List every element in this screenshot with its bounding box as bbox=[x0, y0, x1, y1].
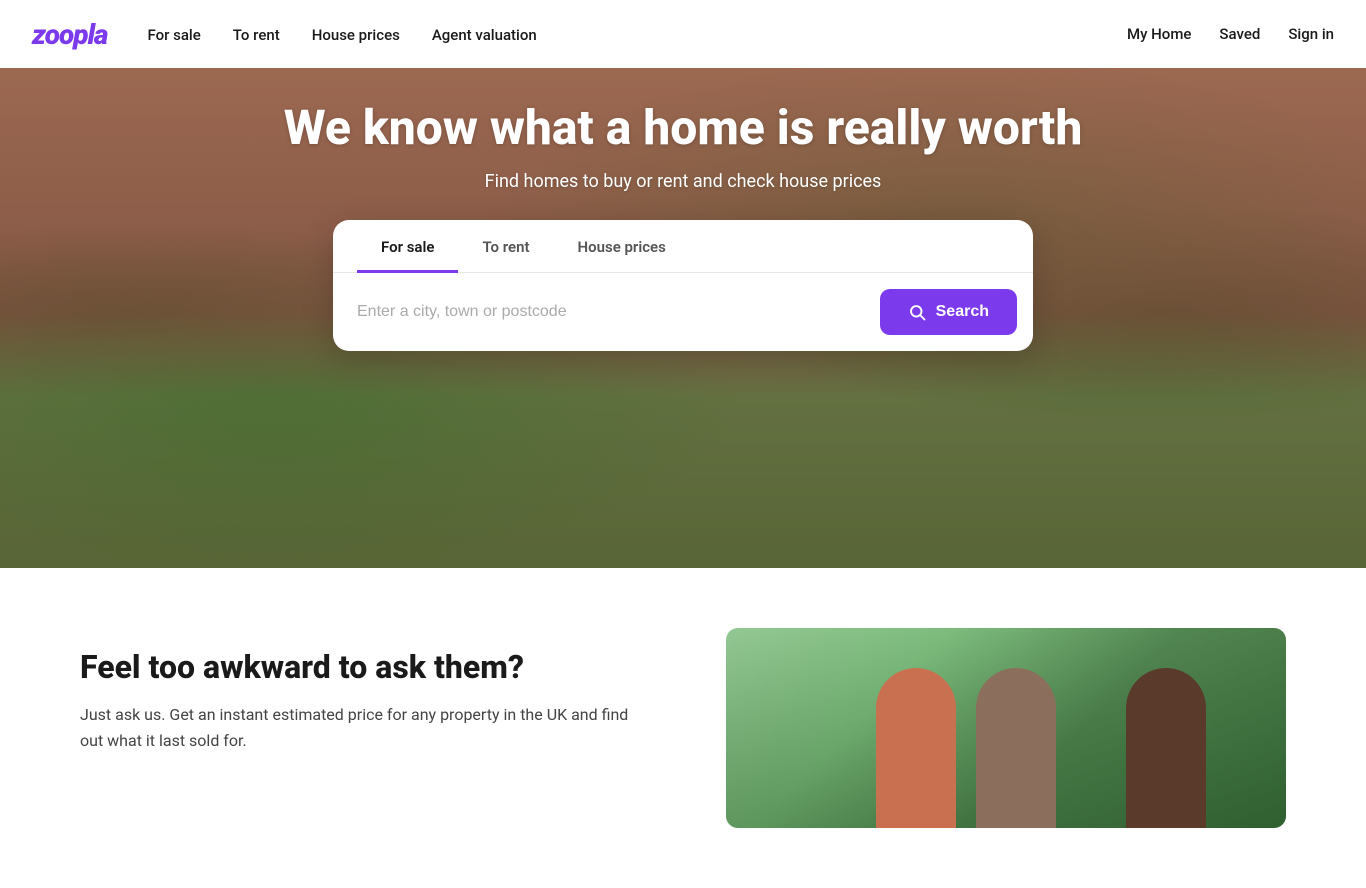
person-silhouette-2 bbox=[976, 668, 1056, 828]
header-left: zoopla For sale To rent House prices Age… bbox=[32, 18, 537, 51]
search-input[interactable] bbox=[357, 303, 868, 321]
below-description: Just ask us. Get an instant estimated pr… bbox=[80, 702, 646, 753]
hero-content: We know what a home is really worth Find… bbox=[0, 0, 1366, 568]
search-button-label: Search bbox=[936, 303, 989, 321]
header-right: My Home Saved Sign in bbox=[1127, 25, 1334, 43]
below-title: Feel too awkward to ask them? bbox=[80, 648, 646, 686]
below-right-image bbox=[726, 628, 1286, 828]
nav-links-list: For sale To rent House prices Agent valu… bbox=[147, 25, 536, 44]
nav-link-house-prices[interactable]: House prices bbox=[312, 26, 400, 44]
search-icon bbox=[908, 303, 926, 321]
nav-item-for-sale[interactable]: For sale bbox=[147, 25, 200, 44]
search-input-row: Search bbox=[333, 273, 1033, 351]
person-silhouette-1 bbox=[876, 668, 956, 828]
my-home-link[interactable]: My Home bbox=[1127, 25, 1191, 43]
tab-for-sale[interactable]: For sale bbox=[357, 220, 458, 273]
person-silhouette-3 bbox=[1126, 668, 1206, 828]
search-tabs: For sale To rent House prices bbox=[333, 220, 1033, 273]
main-header: zoopla For sale To rent House prices Age… bbox=[0, 0, 1366, 68]
below-fold-section: Feel too awkward to ask them? Just ask u… bbox=[0, 568, 1366, 888]
saved-link[interactable]: Saved bbox=[1219, 25, 1260, 43]
nav-link-for-sale[interactable]: For sale bbox=[147, 26, 200, 44]
hero-title: We know what a home is really worth bbox=[284, 100, 1083, 155]
hero-subtitle: Find homes to buy or rent and check hous… bbox=[485, 171, 882, 192]
nav-link-to-rent[interactable]: To rent bbox=[233, 26, 280, 44]
zoopla-logo[interactable]: zoopla bbox=[32, 18, 107, 51]
search-button[interactable]: Search bbox=[880, 289, 1017, 335]
main-nav: For sale To rent House prices Agent valu… bbox=[147, 25, 536, 44]
search-box: For sale To rent House prices Search bbox=[333, 220, 1033, 351]
nav-item-to-rent[interactable]: To rent bbox=[233, 25, 280, 44]
tab-to-rent[interactable]: To rent bbox=[458, 220, 553, 273]
nav-link-agent-valuation[interactable]: Agent valuation bbox=[432, 26, 537, 44]
nav-item-agent-valuation[interactable]: Agent valuation bbox=[432, 25, 537, 44]
tab-house-prices[interactable]: House prices bbox=[554, 220, 690, 273]
sign-in-link[interactable]: Sign in bbox=[1288, 25, 1334, 43]
nav-item-house-prices[interactable]: House prices bbox=[312, 25, 400, 44]
hero-section: We know what a home is really worth Find… bbox=[0, 0, 1366, 568]
below-left: Feel too awkward to ask them? Just ask u… bbox=[80, 628, 646, 754]
